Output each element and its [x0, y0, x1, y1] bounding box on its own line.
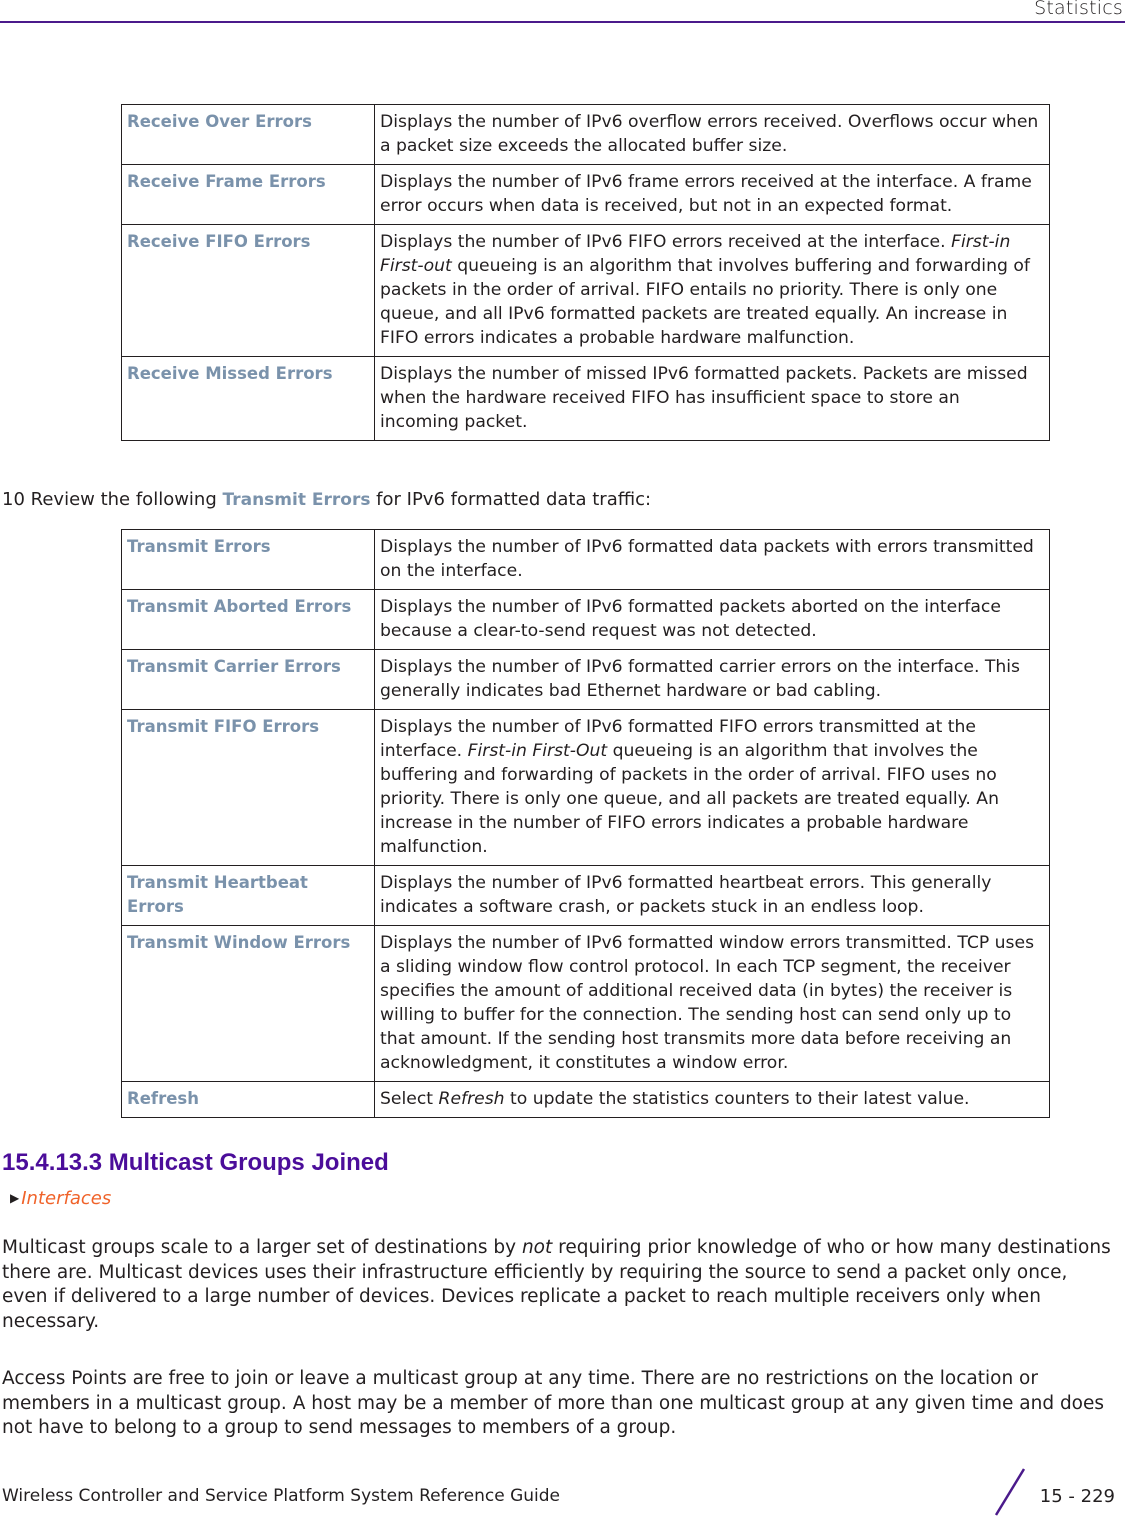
transmit-errors-table: Transmit Errors Displays the number of I… — [121, 529, 1050, 1118]
term-cell: Receive FIFO Errors — [121, 224, 375, 357]
description-cell: Displays the number of IPv6 FIFO errors … — [374, 224, 1050, 357]
table-row: Transmit Carrier Errors Displays the num… — [121, 649, 1050, 710]
description-cell: Select Refresh to update the statistics … — [374, 1081, 1050, 1118]
description-cell: Displays the number of IPv6 formatted pa… — [374, 589, 1050, 650]
description-cell: Displays the number of IPv6 frame errors… — [374, 164, 1050, 225]
step-highlight: Transmit Errors — [222, 490, 371, 510]
desc-text: queueing is an algorithm that involves b… — [380, 256, 1030, 348]
desc-emphasis: Refresh — [438, 1089, 505, 1109]
interfaces-link[interactable]: ▶ Interfaces — [10, 1188, 111, 1209]
table-row: Transmit Window Errors Displays the numb… — [121, 925, 1050, 1082]
term-cell: Receive Missed Errors — [121, 356, 375, 441]
page-number: 15 - 229 — [1039, 1486, 1115, 1507]
description-cell: Displays the number of IPv6 formatted ca… — [374, 649, 1050, 710]
step-10: 10 Review the following Transmit Errors … — [2, 489, 651, 510]
footer-slash-decoration — [994, 1468, 1026, 1516]
term-cell: Transmit Aborted Errors — [121, 589, 375, 650]
paragraph-multicast-intro: Multicast groups scale to a larger set o… — [2, 1236, 1117, 1334]
footer-guide-title: Wireless Controller and Service Platform… — [2, 1486, 561, 1506]
table-row: Receive Missed Errors Displays the numbe… — [121, 356, 1050, 441]
term-cell: Receive Over Errors — [121, 104, 375, 165]
description-cell: Displays the number of missed IPv6 forma… — [374, 356, 1050, 441]
table-row: Refresh Select Refresh to update the sta… — [121, 1081, 1050, 1118]
description-cell: Displays the number of IPv6 formatted he… — [374, 865, 1050, 926]
table-row: Transmit Heartbeat Errors Displays the n… — [121, 865, 1050, 926]
term-cell: Transmit FIFO Errors — [121, 709, 375, 866]
description-cell: Displays the number of IPv6 overflow err… — [374, 104, 1050, 165]
table-row: Receive Frame Errors Displays the number… — [121, 164, 1050, 225]
link-label[interactable]: Interfaces — [21, 1188, 111, 1209]
term-cell: Transmit Window Errors — [121, 925, 375, 1082]
para-emphasis: not — [521, 1237, 553, 1258]
desc-emphasis: First-in First-Out — [467, 741, 608, 761]
running-header-title: Statistics — [1034, 0, 1123, 19]
para-text: Multicast groups scale to a larger set o… — [2, 1237, 522, 1258]
term-cell: Transmit Errors — [121, 529, 375, 590]
term-cell: Receive Frame Errors — [121, 164, 375, 225]
desc-text: to update the statistics counters to the… — [504, 1089, 970, 1109]
section-heading: 15.4.13.3 Multicast Groups Joined — [2, 1149, 389, 1176]
term-cell: Transmit Carrier Errors — [121, 649, 375, 710]
table-row: Receive Over Errors Displays the number … — [121, 104, 1050, 165]
paragraph-access-points: Access Points are free to join or leave … — [2, 1368, 1105, 1438]
receive-errors-table: Receive Over Errors Displays the number … — [121, 104, 1050, 441]
step-number: 10 — [2, 489, 25, 510]
step-text: for IPv6 formatted data traffic: — [370, 489, 652, 510]
table-row: Transmit FIFO Errors Displays the number… — [121, 709, 1050, 866]
desc-text: Select — [380, 1089, 439, 1109]
description-cell: Displays the number of IPv6 formatted wi… — [374, 925, 1050, 1082]
description-cell: Displays the number of IPv6 formatted da… — [374, 529, 1050, 590]
triangle-right-icon: ▶ — [10, 1191, 20, 1205]
table-row: Receive FIFO Errors Displays the number … — [121, 224, 1050, 357]
header-rule — [0, 21, 1125, 23]
term-cell: Refresh — [121, 1081, 375, 1118]
step-text: Review the following — [30, 489, 223, 510]
description-cell: Displays the number of IPv6 formatted FI… — [374, 709, 1050, 866]
table-row: Transmit Errors Displays the number of I… — [121, 529, 1050, 590]
term-cell: Transmit Heartbeat Errors — [121, 865, 375, 926]
table-row: Transmit Aborted Errors Displays the num… — [121, 589, 1050, 650]
desc-text: Displays the number of IPv6 FIFO errors … — [380, 232, 952, 252]
